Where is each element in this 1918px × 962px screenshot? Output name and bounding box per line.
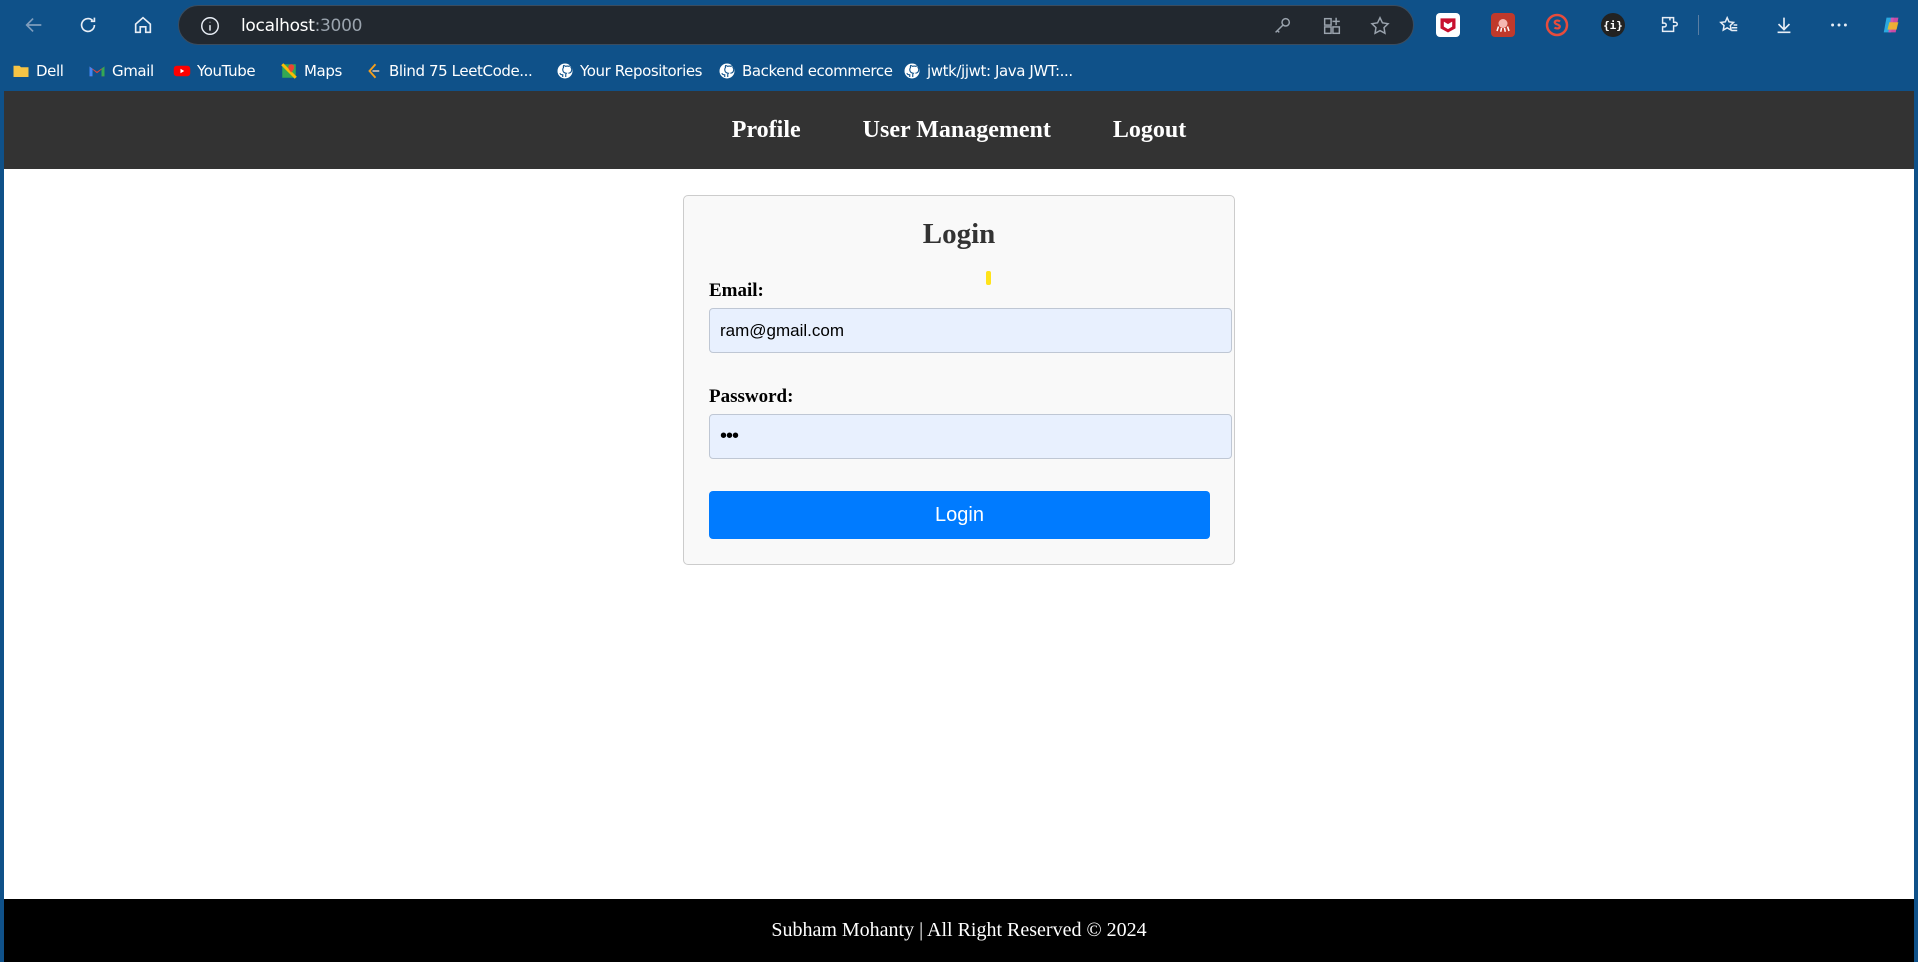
login-heading: Login [922, 218, 996, 250]
bookmark-label: YouTube [197, 62, 256, 80]
bookmark-label: jwtk/jjwt: Java JWT:... [927, 62, 1073, 80]
password-field[interactable] [709, 414, 1232, 459]
maps-icon [280, 62, 298, 80]
github-icon [556, 62, 574, 80]
more-icon[interactable] [1823, 9, 1855, 41]
nav-logout-link[interactable]: Logout [1113, 117, 1186, 144]
downloads-icon[interactable] [1768, 9, 1800, 41]
browser-toolbar: localhost:3000 {i} [0, 0, 1918, 50]
password-key-icon[interactable] [1271, 15, 1293, 37]
youtube-icon [173, 62, 191, 80]
bookmark-gmail[interactable]: Gmail [88, 60, 154, 82]
github-icon [903, 62, 921, 80]
bookmark-jjwt[interactable]: jwtk/jjwt: Java JWT:... [903, 60, 1073, 82]
bookmark-backend-ecommerce[interactable]: Backend ecommerce [718, 60, 893, 82]
extensions-icon[interactable] [1653, 9, 1685, 41]
login-form: Login Email: Password: Login [683, 195, 1235, 565]
bookmark-dell[interactable]: Dell [12, 60, 64, 82]
bookmark-label: Gmail [112, 62, 154, 80]
shield-extension-icon[interactable] [1545, 13, 1569, 37]
json-extension-icon[interactable]: {i} [1601, 13, 1625, 37]
password-label: Password: [709, 386, 794, 407]
bookmark-label: Dell [36, 62, 64, 80]
refresh-icon[interactable] [72, 9, 104, 41]
nav-profile-link[interactable]: Profile [732, 117, 801, 144]
bookmark-label: Your Repositories [580, 62, 703, 80]
mcafee-extension-icon[interactable] [1436, 13, 1460, 37]
favorite-star-icon[interactable] [1369, 15, 1391, 37]
site-info-icon[interactable] [199, 15, 221, 37]
text-cursor-indicator [986, 271, 991, 285]
bookmark-blind75[interactable]: Blind 75 LeetCode... [365, 60, 533, 82]
home-icon[interactable] [127, 9, 159, 41]
back-arrow-icon[interactable] [18, 9, 50, 41]
toolbar-separator [1698, 15, 1699, 35]
copilot-icon[interactable] [1876, 9, 1908, 41]
bookmark-your-repositories[interactable]: Your Repositories [556, 60, 702, 82]
nav-user-management-link[interactable]: User Management [863, 117, 1051, 144]
login-button[interactable]: Login [709, 491, 1210, 539]
bookmark-label: Backend ecommerce [742, 62, 893, 80]
page-viewport: Profile User Management Logout Login Ema… [4, 91, 1914, 962]
bookmark-maps[interactable]: Maps [280, 60, 342, 82]
leetcode-icon [365, 62, 383, 80]
page-footer: Subham Mohanty | All Right Reserved © 20… [4, 899, 1914, 962]
bookmark-label: Maps [304, 62, 342, 80]
address-port: :3000 [314, 16, 363, 36]
address-text[interactable]: localhost:3000 [241, 16, 362, 36]
bookmark-label: Blind 75 LeetCode... [389, 62, 533, 80]
folder-icon [12, 62, 30, 80]
bookmarks-bar: Dell Gmail YouTube Maps Blind 75 LeetCod… [0, 50, 1918, 90]
address-bar[interactable]: localhost:3000 [178, 5, 1414, 45]
favorites-icon[interactable] [1713, 9, 1745, 41]
app-navbar: Profile User Management Logout [4, 91, 1914, 169]
email-field[interactable] [709, 308, 1232, 353]
github-icon [718, 62, 736, 80]
email-label: Email: [709, 280, 764, 301]
bookmark-youtube[interactable]: YouTube [173, 60, 256, 82]
gmail-icon [88, 62, 106, 80]
ublock-extension-icon[interactable] [1491, 13, 1515, 37]
footer-copyright: Subham Mohanty | All Right Reserved © 20… [771, 919, 1147, 941]
address-host: localhost [241, 16, 315, 36]
app-available-icon[interactable] [1321, 15, 1343, 37]
